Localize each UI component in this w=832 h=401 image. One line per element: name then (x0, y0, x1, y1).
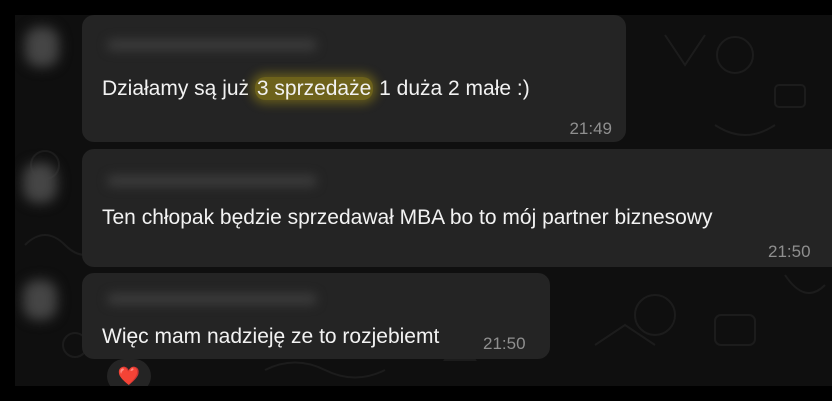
message-text: Działamy są już 3 sprzedaże 1 duża 2 mał… (102, 77, 530, 101)
message-text-start: Działamy są już (102, 77, 255, 100)
red-heart-icon: ❤️ (117, 366, 141, 386)
sender-name-blurred (107, 293, 317, 305)
sender-name-blurred (107, 175, 317, 187)
message-timestamp: 21:49 (569, 119, 612, 138)
message-text-end: 1 duża 2 małe :) (373, 77, 530, 100)
heart-reaction[interactable]: ❤️ (107, 359, 151, 386)
chat-screenshot: Działamy są już 3 sprzedaże 1 duża 2 mał… (15, 15, 832, 386)
message-timestamp: 21:50 (483, 334, 526, 353)
message-text: Ten chłopak będzie sprzedawał MBA bo to … (102, 206, 713, 229)
sender-avatar[interactable] (23, 280, 57, 320)
message-bubble[interactable]: Działamy są już 3 sprzedaże 1 duża 2 mał… (82, 15, 626, 142)
message-timestamp: 21:50 (768, 242, 811, 261)
message-bubble[interactable]: Ten chłopak będzie sprzedawał MBA bo to … (82, 149, 832, 267)
message-text: Więc mam nadzieję ze to rozjebiemt (102, 325, 440, 348)
sender-name-blurred (107, 39, 317, 51)
highlighted-text: 3 sprzedaże (254, 77, 374, 100)
sender-avatar[interactable] (23, 163, 57, 203)
sender-avatar[interactable] (25, 27, 59, 67)
message-bubble[interactable]: Więc mam nadzieję ze to rozjebiemt 21:50 (82, 273, 550, 359)
